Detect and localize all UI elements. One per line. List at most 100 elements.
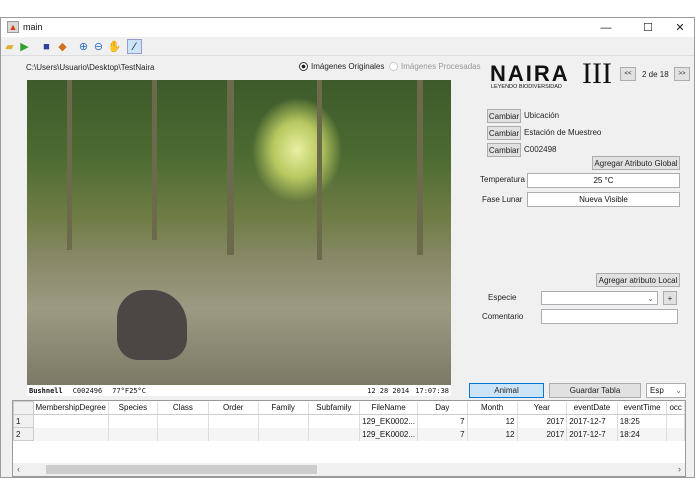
radio-checked-icon bbox=[299, 62, 308, 71]
corner-cell bbox=[13, 401, 34, 415]
language-value: Esp bbox=[650, 386, 664, 395]
table-cell[interactable]: 18:25 bbox=[617, 414, 668, 428]
station-value: Estación de Muestreo bbox=[524, 128, 602, 137]
table-cell[interactable]: 129_EK0002... bbox=[359, 414, 419, 428]
moon-phase-field[interactable]: Nueva Visible bbox=[527, 192, 680, 207]
animal-button[interactable]: Animal bbox=[469, 383, 544, 398]
row-header[interactable]: 1 bbox=[13, 414, 34, 428]
row-header[interactable]: 2 bbox=[13, 427, 34, 441]
table-cell[interactable] bbox=[108, 414, 159, 428]
scroll-left-icon[interactable]: ‹ bbox=[17, 464, 20, 474]
column-header[interactable]: MembershipDegree bbox=[33, 401, 109, 415]
maximize-button[interactable]: ☐ bbox=[633, 18, 663, 37]
table-cell[interactable]: 7 bbox=[417, 427, 468, 441]
chevron-down-icon: ⌄ bbox=[675, 386, 682, 395]
pan-hand-icon[interactable]: ✋ bbox=[107, 39, 122, 54]
location-value: Ubicación bbox=[524, 111, 560, 120]
column-header[interactable]: Order bbox=[208, 401, 259, 415]
window-title: main bbox=[23, 22, 43, 32]
table-row[interactable]: 1 129_EK0002... 7 12 2017 2017-12-7 18:25 bbox=[13, 414, 685, 428]
table-row[interactable]: 2 129_EK0002... 7 12 2017 2017-12-7 18:24 bbox=[13, 427, 685, 441]
radio-unchecked-icon bbox=[389, 62, 398, 71]
add-global-attribute-button[interactable]: Agregar Atributo Global bbox=[592, 156, 680, 170]
table-cell[interactable] bbox=[258, 414, 309, 428]
change-station-button[interactable]: Cambiar bbox=[487, 126, 521, 140]
naira-logo: NAIRA III LEYENDO BIODIVERSIDAD bbox=[490, 57, 615, 93]
title-bar: ▲ main — ☐ ✕ bbox=[1, 18, 694, 37]
temperature-label: Temperatura bbox=[480, 175, 525, 184]
table-cell[interactable]: 2017 bbox=[517, 414, 568, 428]
camera-brand: Bushnell bbox=[29, 386, 63, 395]
app-icon: ▲ bbox=[7, 21, 19, 33]
save-icon[interactable]: ■ bbox=[39, 39, 54, 54]
radio-processed[interactable]: Imágenes Procesadas bbox=[389, 62, 481, 71]
comment-label: Comentario bbox=[482, 312, 524, 321]
table-cell[interactable] bbox=[666, 414, 685, 428]
column-header[interactable]: Month bbox=[467, 401, 518, 415]
camera-id: C002496 bbox=[72, 386, 103, 395]
table-cell[interactable]: 2017 bbox=[517, 427, 568, 441]
table-cell[interactable] bbox=[157, 414, 209, 428]
column-header[interactable]: eventTime bbox=[617, 401, 668, 415]
change-location-button[interactable]: Cambiar bbox=[487, 109, 521, 123]
save-table-button[interactable]: Guardar Tabla bbox=[549, 383, 641, 398]
zoom-out-icon[interactable]: ⊖ bbox=[91, 39, 106, 54]
photo-temp: 77°F25°C bbox=[112, 386, 146, 395]
table-cell[interactable] bbox=[157, 427, 209, 441]
change-camera-button[interactable]: Cambiar bbox=[487, 143, 521, 157]
table-cell[interactable] bbox=[258, 427, 309, 441]
column-header[interactable]: Year bbox=[517, 401, 568, 415]
scrollbar-thumb[interactable] bbox=[46, 465, 317, 474]
language-dropdown[interactable]: Esp ⌄ bbox=[646, 383, 686, 398]
data-cursor-icon[interactable]: ⁄ bbox=[127, 39, 142, 54]
species-label: Especie bbox=[488, 293, 517, 302]
radio-original[interactable]: Imágenes Originales bbox=[299, 62, 384, 71]
minimize-button[interactable]: — bbox=[591, 18, 621, 37]
column-header[interactable]: occ bbox=[666, 401, 685, 415]
table-cell[interactable] bbox=[308, 427, 361, 441]
table-cell[interactable]: 129_EK0002... bbox=[359, 427, 419, 441]
table-cell[interactable]: 12 bbox=[467, 427, 518, 441]
add-species-button[interactable]: + bbox=[663, 291, 677, 305]
column-header[interactable]: eventDate bbox=[566, 401, 618, 415]
column-header[interactable]: Day bbox=[417, 401, 468, 415]
close-button[interactable]: ✕ bbox=[665, 18, 695, 37]
table-cell[interactable] bbox=[108, 427, 159, 441]
next-button[interactable]: >> bbox=[674, 67, 690, 81]
table-cell[interactable] bbox=[666, 427, 685, 441]
prev-button[interactable]: << bbox=[620, 67, 636, 81]
play-icon[interactable]: ▶ bbox=[17, 39, 32, 54]
book-icon[interactable]: ◆ bbox=[55, 39, 70, 54]
column-header[interactable]: Species bbox=[108, 401, 159, 415]
camera-trap-image bbox=[27, 80, 451, 385]
main-window: ▲ main — ☐ ✕ ▰ ▶ ■ ◆ ⊕ ⊖ ✋ ⁄ C:\Users\Us… bbox=[0, 17, 695, 478]
table-cell[interactable]: 2017-12-7 bbox=[566, 427, 618, 441]
table-cell[interactable] bbox=[208, 427, 259, 441]
column-header[interactable]: Subfamily bbox=[308, 401, 361, 415]
species-dropdown[interactable]: ⌄ bbox=[541, 291, 658, 305]
table-cell[interactable] bbox=[308, 414, 361, 428]
column-header[interactable]: Class bbox=[157, 401, 209, 415]
logo-tagline: LEYENDO BIODIVERSIDAD bbox=[491, 84, 562, 90]
table-cell[interactable] bbox=[33, 427, 109, 441]
table-cell[interactable]: 18:24 bbox=[617, 427, 668, 441]
table-cell[interactable]: 2017-12-7 bbox=[566, 414, 618, 428]
scroll-right-icon[interactable]: › bbox=[678, 464, 681, 474]
column-header[interactable]: FileName bbox=[359, 401, 419, 415]
photo-time: 17:07:38 bbox=[415, 386, 449, 395]
table-cell[interactable] bbox=[33, 414, 109, 428]
open-folder-icon[interactable]: ▰ bbox=[2, 39, 17, 54]
page-indicator: 2 de 18 bbox=[642, 70, 669, 79]
horizontal-scrollbar[interactable]: ‹ › bbox=[13, 463, 685, 476]
chevron-down-icon: ⌄ bbox=[647, 293, 654, 303]
photo-info-strip: Bushnell C002496 77°F25°C 12 28 2014 17:… bbox=[27, 385, 451, 396]
add-local-attribute-button[interactable]: Agregar atributo Local bbox=[596, 273, 680, 287]
column-header[interactable]: Family bbox=[258, 401, 309, 415]
table-cell[interactable]: 12 bbox=[467, 414, 518, 428]
logo-numeral: III bbox=[582, 57, 612, 90]
comment-input[interactable] bbox=[541, 309, 678, 324]
table-cell[interactable]: 7 bbox=[417, 414, 468, 428]
table-cell[interactable] bbox=[208, 414, 259, 428]
zoom-in-icon[interactable]: ⊕ bbox=[76, 39, 91, 54]
temperature-field[interactable]: 25 °C bbox=[527, 173, 680, 188]
